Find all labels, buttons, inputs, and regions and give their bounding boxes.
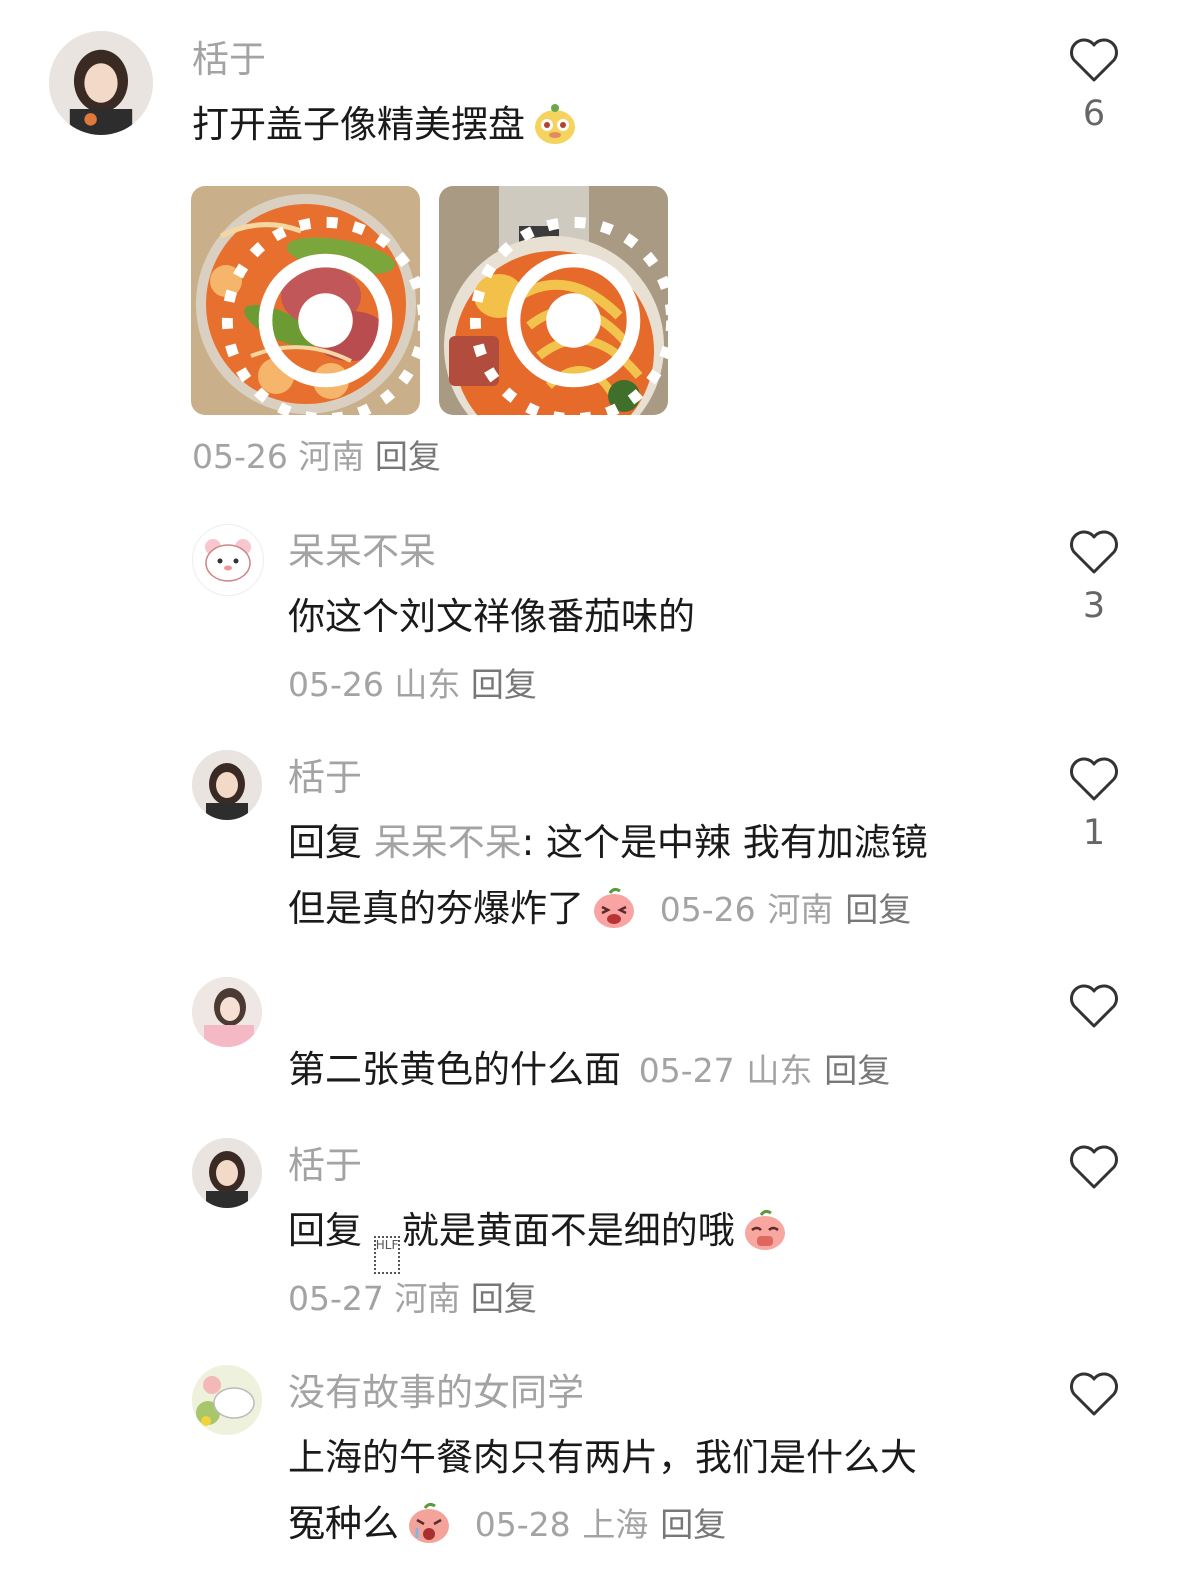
reply-prefix: 回复 (288, 1209, 362, 1252)
username[interactable]: 栝于 (192, 38, 266, 82)
comment-body: 就是黄面不是细的哦 (401, 1209, 735, 1252)
heart-icon (1070, 757, 1118, 801)
comment-meta: 05-26 山东 回复 (288, 652, 537, 718)
avatar[interactable] (192, 524, 264, 596)
username[interactable]: 没有故事的女同学 (288, 1371, 584, 1415)
username[interactable]: 栝于 (288, 1144, 362, 1188)
comment-date: 05-26 (659, 890, 756, 929)
like-count: 1 (1082, 813, 1106, 853)
reply-button[interactable]: 回复 (471, 665, 537, 704)
comment-date: 05-28 (474, 1505, 571, 1544)
like-button[interactable] (1063, 982, 1125, 1040)
avatar[interactable] (49, 31, 153, 135)
heart-icon (1070, 1372, 1118, 1416)
comment-date: 05-27 (638, 1051, 735, 1090)
live-photo-icon (469, 216, 668, 415)
avatar[interactable] (192, 1138, 262, 1208)
avatar[interactable] (192, 977, 262, 1047)
like-button[interactable]: 3 (1063, 528, 1125, 626)
comment-photo[interactable] (191, 186, 420, 415)
comment-body: 但是真的夯爆炸了 (288, 887, 584, 930)
comment-text: 回复 呆呆不呆: 这个是中辣 我有加滤镜 (288, 810, 928, 876)
comment-date: 05-26 (288, 665, 384, 704)
user-avatar-icon (192, 977, 262, 1047)
user-avatar-icon (49, 31, 153, 135)
monkey-face-emoji-icon (531, 99, 579, 147)
reply-button[interactable]: 回复 (660, 1505, 726, 1544)
comment-text: 上海的午餐肉只有两片，我们是什么大 (288, 1436, 917, 1479)
crying-peach-emoji-icon (405, 1498, 453, 1546)
laughing-peach-emoji-icon (590, 883, 638, 931)
avatar[interactable] (192, 750, 262, 820)
heart-icon (1070, 1145, 1118, 1189)
comment-date: 05-26 (192, 437, 288, 476)
cartoon-avatar-icon (192, 1365, 262, 1435)
comment-body: 打开盖子像精美摆盘 (192, 103, 525, 146)
comment-location: 河南 (767, 890, 834, 929)
like-button[interactable] (1063, 1143, 1125, 1201)
comment-location: 河南 (298, 437, 365, 476)
comment-location: 山东 (394, 665, 461, 704)
comment-location: 河南 (394, 1279, 461, 1318)
user-avatar-icon (192, 750, 262, 820)
reply-button[interactable]: 回复 (471, 1279, 537, 1318)
comment-location: 山东 (746, 1051, 813, 1090)
comment-meta: 05-27 河南 回复 (288, 1266, 537, 1332)
username[interactable]: 呆呆不呆 (288, 530, 436, 574)
comment-text-line2: 冤种么 05-28 上海 回复 (288, 1491, 726, 1558)
comment-meta: 05-26 河南 回复 (192, 424, 441, 490)
comment-body: 第二张黄色的什么面 (288, 1048, 621, 1091)
heart-icon (1070, 38, 1118, 82)
comment-text: 打开盖子像精美摆盘 (192, 92, 579, 158)
comment-text: 你这个刘文祥像番茄味的 (288, 595, 695, 638)
heart-icon (1070, 530, 1118, 574)
shy-peach-emoji-icon (741, 1205, 789, 1253)
reply-target-username[interactable]: 呆呆不呆 (374, 821, 522, 864)
avatar[interactable] (192, 1365, 262, 1435)
comment-text-line2: 但是真的夯爆炸了 05-26 河南 回复 (288, 876, 911, 943)
like-count: 3 (1082, 586, 1106, 626)
heart-icon (1070, 984, 1118, 1028)
like-count: 6 (1082, 94, 1106, 134)
comment-location: 上海 (582, 1505, 649, 1544)
comment-body: 这个是中辣 我有加滤镜 (534, 821, 928, 864)
bear-avatar-icon (193, 525, 263, 595)
reply-colon: : (521, 821, 535, 864)
like-button[interactable]: 6 (1063, 36, 1125, 134)
user-avatar-icon (192, 1138, 262, 1208)
comment-body: 冤种么 (288, 1502, 399, 1545)
comment-date: 05-27 (288, 1279, 384, 1318)
reply-button[interactable]: 回复 (845, 890, 911, 929)
like-button[interactable]: 1 (1063, 755, 1125, 853)
reply-button[interactable]: 回复 (375, 437, 441, 476)
username[interactable]: 栝于 (288, 756, 362, 800)
reply-button[interactable]: 回复 (824, 1051, 890, 1090)
comment-text: 第二张黄色的什么面 05-27 山东 回复 (288, 1037, 890, 1104)
comment-text: 回复 HLF就是黄面不是细的哦 (288, 1198, 789, 1274)
reply-prefix: 回复 (288, 821, 362, 864)
like-button[interactable] (1063, 1370, 1125, 1428)
comment-photo[interactable] (439, 186, 668, 415)
live-photo-icon (221, 216, 420, 415)
